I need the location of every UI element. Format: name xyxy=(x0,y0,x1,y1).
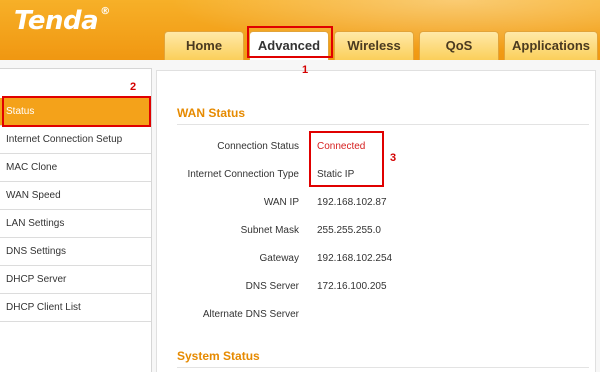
sidebar-item-mac-clone[interactable]: MAC Clone xyxy=(0,154,151,182)
tab-wireless[interactable]: Wireless xyxy=(334,31,414,60)
annotation-number-1: 1 xyxy=(302,64,309,76)
sidebar-item-internet-connection-setup[interactable]: Internet Connection Setup xyxy=(0,126,151,154)
tab-home[interactable]: Home xyxy=(164,31,244,60)
subnet-mask-label: Subnet Mask xyxy=(240,225,299,236)
connection-status-label: Connection Status xyxy=(217,141,299,152)
brand-name: Tenda xyxy=(14,6,99,36)
system-status-title: System Status xyxy=(177,349,260,363)
annotation-number-2: 2 xyxy=(130,81,137,93)
annotation-number-3: 3 xyxy=(390,152,397,164)
gateway-value: 192.168.102.254 xyxy=(317,253,393,264)
tab-qos[interactable]: QoS xyxy=(419,31,499,60)
section-divider xyxy=(177,367,589,368)
brand-logo: Tenda ® xyxy=(14,6,110,36)
section-divider xyxy=(177,124,589,125)
main-panel: WAN Status Connection Status Connected I… xyxy=(156,70,596,372)
wan-status-title: WAN Status xyxy=(177,106,246,120)
sidebar-item-dns-settings[interactable]: DNS Settings xyxy=(0,238,151,266)
wan-ip-label: WAN IP xyxy=(263,197,299,208)
sidebar-item-lan-settings[interactable]: LAN Settings xyxy=(0,210,151,238)
gateway-label: Gateway xyxy=(259,253,299,264)
connection-type-label: Internet Connection Type xyxy=(187,169,299,180)
annotation-box-connection-values xyxy=(309,131,384,187)
annotation-box-status-item xyxy=(2,96,151,127)
wan-ip-value: 192.168.102.87 xyxy=(317,197,387,208)
subnet-mask-value: 255.255.255.0 xyxy=(317,225,381,236)
annotation-box-advanced-tab xyxy=(247,26,333,58)
sidebar-item-wan-speed[interactable]: WAN Speed xyxy=(0,182,151,210)
tab-applications[interactable]: Applications xyxy=(504,31,598,60)
dns-server-value: 172.16.100.205 xyxy=(317,281,387,292)
registered-mark: ® xyxy=(100,6,110,17)
sidebar-item-dhcp-client-list[interactable]: DHCP Client List xyxy=(0,294,151,322)
dns-server-label: DNS Server xyxy=(245,281,299,292)
sidebar-item-dhcp-server[interactable]: DHCP Server xyxy=(0,266,151,294)
alternate-dns-label: Alternate DNS Server xyxy=(202,309,299,320)
